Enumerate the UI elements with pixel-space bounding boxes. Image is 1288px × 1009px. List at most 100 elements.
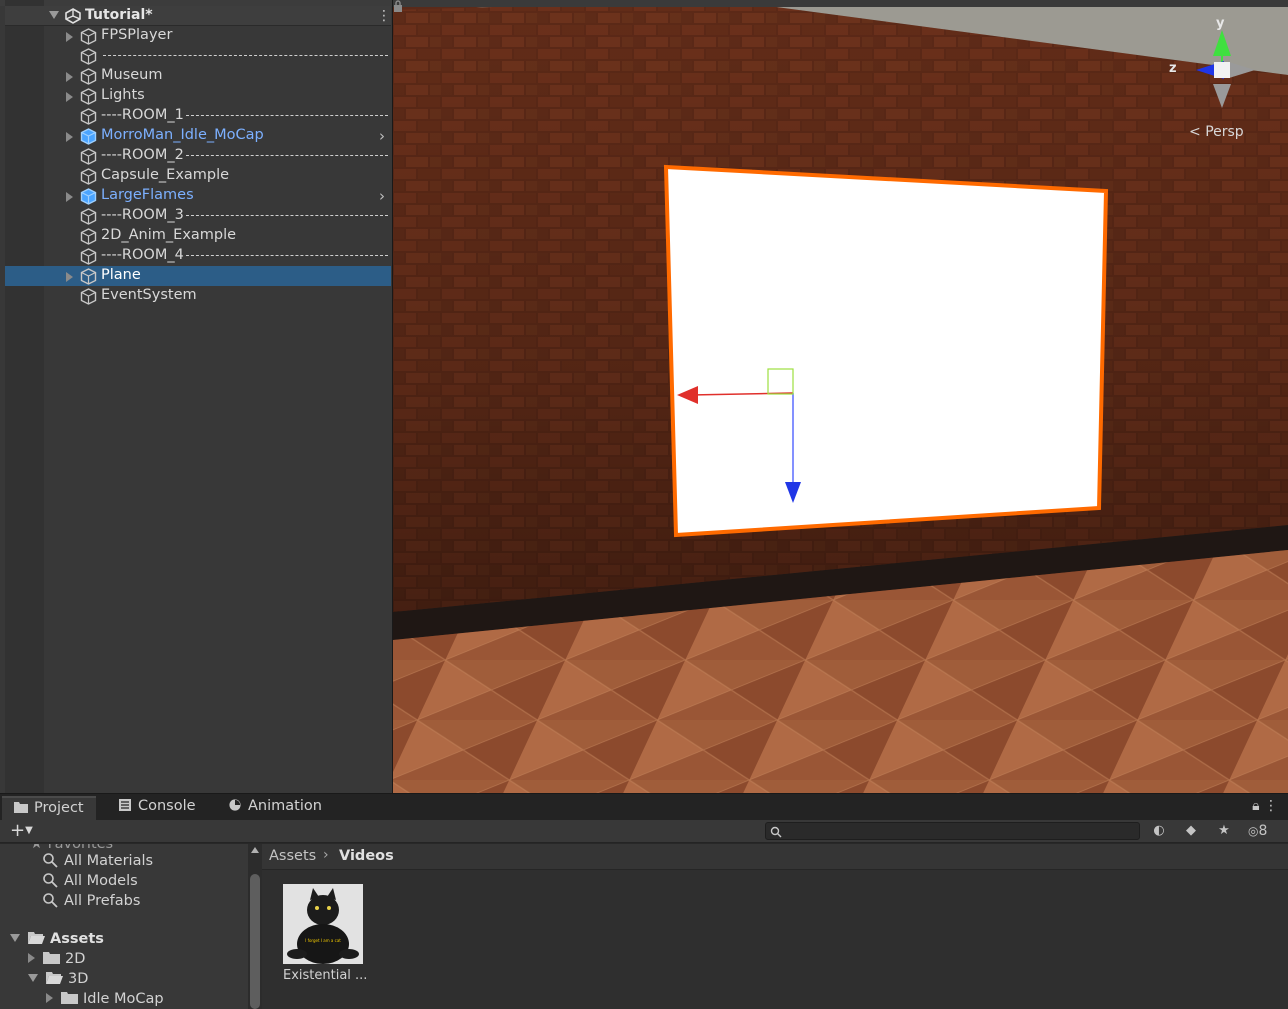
hierarchy-item[interactable] [5, 46, 391, 66]
tree-folder-2d[interactable]: 2D [28, 951, 85, 971]
hierarchy-item[interactable]: Museum [5, 66, 391, 86]
hierarchy-item[interactable]: ----ROOM_3 [5, 206, 391, 226]
favorite-star-icon[interactable]: ★ [1213, 822, 1235, 840]
tab-project[interactable]: Project [2, 796, 96, 820]
tab-animation-label: Animation [248, 798, 322, 814]
separator-dashes [103, 55, 388, 56]
search-icon [43, 873, 58, 888]
fold-closed-icon[interactable] [46, 993, 53, 1003]
fold-closed-icon[interactable] [66, 72, 73, 82]
project-toolbar: +▼ ◐ ◆ ★ ◎8 [0, 820, 1288, 843]
project-folder-tree: ★ Favorites All Materials All Models All… [0, 844, 248, 1009]
create-button[interactable]: +▼ [10, 822, 33, 840]
hierarchy-item[interactable]: EventSystem [5, 286, 391, 306]
tree-label: Assets [50, 931, 104, 947]
hierarchy-item-label: EventSystem [101, 287, 197, 303]
tab-animation[interactable]: Animation [216, 796, 334, 820]
scroll-up-icon[interactable] [251, 847, 259, 853]
scene-fold-arrow-icon[interactable] [49, 11, 59, 19]
search-by-type-icon[interactable]: ◐ [1148, 822, 1170, 840]
open-folder-icon [28, 932, 45, 944]
fold-closed-icon[interactable] [66, 132, 73, 142]
gameobject-cube-icon [80, 168, 97, 185]
tree-folder-3d[interactable]: 3D [28, 971, 88, 991]
fold-closed-icon[interactable] [66, 32, 73, 42]
favorite-all-materials[interactable]: All Materials [42, 852, 153, 872]
fold-closed-icon[interactable] [66, 272, 73, 282]
console-icon [119, 799, 131, 811]
search-icon [43, 853, 58, 868]
tab-console[interactable]: Console [106, 796, 208, 820]
tab-console-label: Console [138, 798, 196, 814]
hierarchy-item[interactable]: Plane [5, 266, 391, 286]
scene-view[interactable]: y z < Persp [393, 0, 1288, 793]
separator-dashes [186, 215, 388, 216]
chevron-right-icon[interactable]: › [379, 127, 385, 145]
breadcrumb-videos[interactable]: Videos [339, 848, 394, 864]
gameobject-cube-icon [80, 28, 97, 45]
gameobject-cube-icon [80, 48, 97, 65]
gameobject-cube-icon [80, 148, 97, 165]
hierarchy-item-label: MorroMan_Idle_MoCap [101, 127, 264, 143]
hierarchy-item-label: FPSPlayer [101, 27, 173, 43]
projection-toggle[interactable]: < Persp [1189, 124, 1244, 140]
scroll-thumb[interactable] [250, 874, 260, 1009]
projection-label: Persp [1205, 124, 1244, 140]
hierarchy-item-label: Museum [101, 67, 163, 83]
hierarchy-item-label: ----ROOM_1 [101, 107, 184, 123]
hierarchy-item[interactable]: MorroMan_Idle_MoCap › [5, 126, 391, 146]
hierarchy-item[interactable]: LargeFlames › [5, 186, 391, 206]
hierarchy-item[interactable]: Capsule_Example [5, 166, 391, 186]
hierarchy-item-label: Capsule_Example [101, 167, 230, 183]
eye-slash-icon: ◎ [1248, 824, 1259, 838]
hidden-packages-toggle[interactable]: ◎8 [1248, 823, 1267, 839]
fold-open-icon[interactable] [28, 974, 38, 982]
hierarchy-item[interactable]: ----ROOM_4 [5, 246, 391, 266]
favorite-all-prefabs[interactable]: All Prefabs [42, 892, 140, 912]
gizmo-lock-icon[interactable] [393, 0, 403, 12]
hierarchy-item[interactable]: ----ROOM_1 [5, 106, 391, 126]
search-icon [770, 826, 782, 838]
panel-options[interactable]: 🔒︎ ⋮ [1252, 798, 1278, 814]
tree-scrollbar[interactable] [248, 844, 262, 1009]
unity-scene-icon [65, 8, 81, 24]
fold-open-icon[interactable] [10, 934, 20, 942]
chevron-right-icon[interactable]: › [379, 187, 385, 205]
tree-folder-idle-mocap[interactable]: Idle MoCap [46, 991, 164, 1009]
hierarchy-item[interactable]: ----ROOM_2 [5, 146, 391, 166]
gameobject-cube-icon [80, 68, 97, 85]
scene-title: Tutorial* [85, 7, 153, 23]
lock-icon[interactable]: 🔒︎ [1252, 798, 1259, 814]
favorite-label: All Models [64, 873, 138, 889]
gameobject-cube-icon [80, 88, 97, 105]
hierarchy-item[interactable]: 2D_Anim_Example [5, 226, 391, 246]
plus-icon: + [10, 820, 26, 841]
favorite-all-models[interactable]: All Models [42, 872, 138, 892]
panel-menu-icon[interactable]: ⋮ [1264, 798, 1278, 814]
breadcrumb-assets[interactable]: Assets [269, 848, 316, 864]
gizmo-y-label: y [1216, 16, 1225, 31]
hidden-count: 8 [1258, 823, 1268, 839]
asset-label[interactable]: Existential ... [283, 968, 367, 983]
fold-closed-icon[interactable] [28, 953, 35, 963]
fold-closed-icon[interactable] [66, 192, 73, 202]
asset-thumbnail[interactable]: I forget I am a cat [283, 884, 363, 964]
gizmo-z-label: z [1169, 61, 1177, 76]
scene-menu-icon[interactable]: ⋮ [377, 9, 391, 23]
gameobject-cube-icon [80, 248, 97, 265]
gameobject-cube-icon [80, 268, 97, 285]
hierarchy-item-label: ----ROOM_2 [101, 147, 184, 163]
project-panel: Project Console Animation 🔒︎ ⋮ +▼ ◐ ◆ ★ … [0, 794, 1288, 1009]
tree-assets-root[interactable]: Assets [10, 931, 104, 951]
search-by-label-icon[interactable]: ◆ [1180, 822, 1202, 840]
favorite-label: All Materials [64, 853, 154, 869]
gameobject-cube-icon [80, 288, 97, 305]
project-search-input[interactable] [765, 822, 1140, 840]
search-icon [43, 893, 58, 908]
hierarchy-item[interactable]: FPSPlayer [5, 26, 391, 46]
scene-header[interactable]: Tutorial* ⋮ [5, 6, 391, 26]
hierarchy-item[interactable]: Lights [5, 86, 391, 106]
folder-icon [14, 802, 28, 813]
fold-closed-icon[interactable] [66, 92, 73, 102]
favorite-label: All Prefabs [64, 893, 141, 909]
